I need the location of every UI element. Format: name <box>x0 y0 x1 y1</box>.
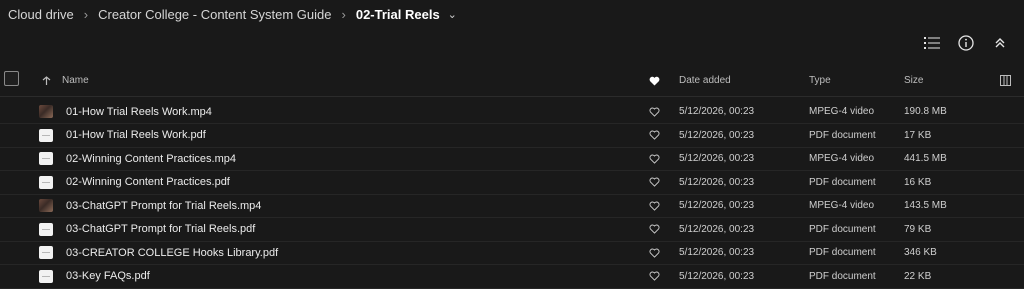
file-date-added: 5/12/2026, 00:23 <box>679 270 755 282</box>
list-view-button[interactable] <box>922 33 942 53</box>
file-date-added: 5/12/2026, 00:23 <box>679 129 755 141</box>
column-header-date-added[interactable]: Date added <box>679 65 731 96</box>
table-row[interactable]: 02-Winning Content Practices.mp4 5/12/202… <box>0 147 1024 171</box>
favorite-heart-icon[interactable] <box>649 100 660 123</box>
pdf-file-icon <box>39 175 53 189</box>
favorite-heart-icon[interactable] <box>649 171 660 194</box>
file-name[interactable]: 02-Winning Content Practices.mp4 <box>66 147 236 170</box>
file-name[interactable]: 01-How Trial Reels Work.mp4 <box>66 100 212 123</box>
table-row[interactable]: 01-How Trial Reels Work.pdf 5/12/2026, 00… <box>0 124 1024 148</box>
table-row[interactable]: 03-Key FAQs.pdf 5/12/2026, 00:23 PDF docum… <box>0 265 1024 289</box>
chevron-down-icon[interactable]: ⌄ <box>448 8 457 21</box>
table-header: Name Date added Type Size <box>0 65 1024 97</box>
file-type: PDF document <box>809 247 876 258</box>
file-name[interactable]: 03-Key FAQs.pdf <box>66 265 150 288</box>
file-type: PDF document <box>809 223 876 235</box>
file-date-added: 5/12/2026, 00:23 <box>679 200 755 211</box>
pdf-file-icon <box>39 128 53 142</box>
video-thumbnail-icon <box>39 199 53 212</box>
file-type: PDF document <box>809 176 876 188</box>
file-size: 346 KB <box>904 247 937 258</box>
favorite-heart-icon[interactable] <box>649 218 660 241</box>
file-size: 441.5 MB <box>904 153 947 164</box>
file-type: MPEG-4 video <box>809 153 875 164</box>
file-date-added: 5/12/2026, 00:23 <box>679 106 755 117</box>
file-name[interactable]: 03-CREATOR COLLEGE Hooks Library.pdf <box>66 241 278 264</box>
file-size: 22 KB <box>904 270 932 282</box>
file-type: PDF document <box>809 129 876 141</box>
table-row[interactable]: 03-ChatGPT Prompt for Trial Reels.pdf 5/1… <box>0 218 1024 242</box>
favorite-heart-icon[interactable] <box>649 194 660 217</box>
pdf-file-icon <box>39 269 53 283</box>
favorite-heart-icon[interactable] <box>649 147 660 170</box>
table-row[interactable]: 03-CREATOR COLLEGE Hooks Library.pdf 5/12… <box>0 241 1024 265</box>
table-row[interactable]: 02-Winning Content Practices.pdf 5/12/202… <box>0 171 1024 195</box>
file-type: MPEG-4 video <box>809 200 875 211</box>
file-name[interactable]: 03-ChatGPT Prompt for Trial Reels.pdf <box>66 218 255 241</box>
column-header-name[interactable]: Name <box>62 65 89 96</box>
breadcrumb-separator-icon: › <box>83 6 89 22</box>
file-size: 79 KB <box>904 223 932 235</box>
favorite-heart-icon[interactable] <box>649 124 660 147</box>
breadcrumb: Cloud drive › Creator College - Content … <box>8 0 457 28</box>
pdf-file-icon <box>39 246 53 259</box>
list-icon <box>924 37 940 49</box>
table-row[interactable]: 01-How Trial Reels Work.mp4 5/12/2026, 00… <box>0 100 1024 124</box>
breadcrumb-current-folder[interactable]: 02-Trial Reels <box>356 7 440 22</box>
file-date-added: 5/12/2026, 00:23 <box>679 176 755 188</box>
file-name[interactable]: 01-How Trial Reels Work.pdf <box>66 124 206 147</box>
collapse-button[interactable] <box>990 33 1010 53</box>
sort-arrow-up-icon[interactable] <box>42 65 51 96</box>
breadcrumb-creator-college[interactable]: Creator College - Content System Guide <box>98 7 331 22</box>
column-header-size[interactable]: Size <box>904 65 923 96</box>
columns-settings-button[interactable] <box>1000 65 1011 96</box>
file-name[interactable]: 02-Winning Content Practices.pdf <box>66 171 230 194</box>
file-size: 17 KB <box>904 129 932 141</box>
favorite-heart-icon[interactable] <box>649 241 660 264</box>
select-all-checkbox[interactable] <box>4 71 19 86</box>
breadcrumb-separator-icon: › <box>341 6 346 22</box>
pdf-file-icon <box>39 222 53 236</box>
file-type: PDF document <box>809 270 876 282</box>
column-header-type[interactable]: Type <box>809 65 831 96</box>
favorite-heart-icon[interactable] <box>649 265 660 288</box>
file-size: 190.8 MB <box>904 106 947 117</box>
columns-icon <box>1000 75 1011 86</box>
video-thumbnail-icon <box>39 105 53 118</box>
file-size: 143.5 MB <box>904 200 947 211</box>
view-toolbar <box>922 32 1010 54</box>
breadcrumb-cloud-drive[interactable]: Cloud drive <box>8 7 74 22</box>
info-icon <box>958 35 974 51</box>
file-date-added: 5/12/2026, 00:23 <box>679 223 755 235</box>
file-type: MPEG-4 video <box>809 106 875 117</box>
favorite-column-heart-icon[interactable] <box>649 65 660 96</box>
file-date-added: 5/12/2026, 00:23 <box>679 247 755 258</box>
double-chevron-up-icon <box>995 38 1005 48</box>
file-size: 16 KB <box>904 176 932 188</box>
file-date-added: 5/12/2026, 00:23 <box>679 153 755 164</box>
file-name[interactable]: 03-ChatGPT Prompt for Trial Reels.mp4 <box>66 194 261 217</box>
pdf-file-icon <box>39 152 53 165</box>
info-button[interactable] <box>956 33 976 53</box>
table-row[interactable]: 03-ChatGPT Prompt for Trial Reels.mp4 5/1… <box>0 194 1024 218</box>
